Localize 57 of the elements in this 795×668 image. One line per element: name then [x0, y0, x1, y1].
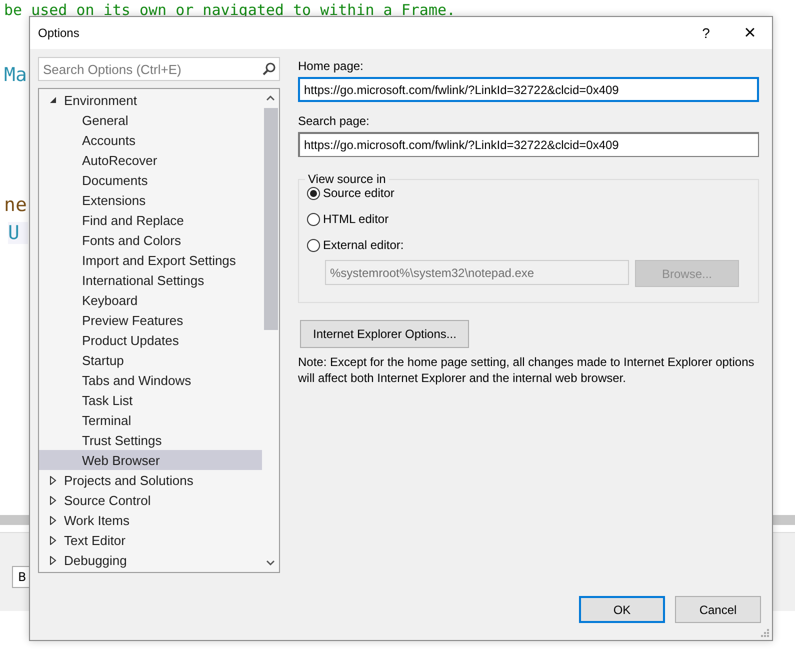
tree-item[interactable]: Tabs and Windows [39, 370, 262, 390]
tree-item[interactable]: Task List [39, 390, 262, 410]
tree-item[interactable]: Extensions [39, 190, 262, 210]
expand-arrow-icon [49, 556, 57, 564]
tree-item[interactable]: General [39, 110, 262, 130]
search-page-field[interactable]: https://go.microsoft.com/fwlink/?LinkId=32722&clcid=0x409 [298, 132, 759, 157]
window-title: Options [38, 26, 80, 40]
home-page-field[interactable]: https://go.microsoft.com/fwlink/?LinkId=32722&clcid=0x409 [298, 77, 759, 102]
tree-item[interactable]: Web Browser [39, 450, 262, 470]
expand-arrow-icon [49, 476, 57, 484]
tree-item[interactable]: Fonts and Colors [39, 230, 262, 250]
tree-item[interactable]: Source Control [39, 490, 262, 510]
radio-button[interactable] [307, 186, 320, 200]
help-button[interactable]: ? [684, 17, 728, 49]
radio-button[interactable] [307, 238, 320, 252]
field-label: Home page: [298, 59, 364, 73]
tree-item[interactable]: Product Updates [39, 330, 262, 350]
scrollbar-thumb[interactable] [264, 108, 278, 330]
scrollbar[interactable] [262, 89, 279, 572]
note-text: Note: Except for the home page setting, all changes made to Internet Explorer options will affect both Internet Explorer and the internal web browser. [298, 354, 756, 386]
close-button[interactable]: × [728, 17, 772, 49]
tree-item[interactable]: Text Editor [39, 530, 262, 550]
radio-button[interactable] [307, 212, 320, 226]
tree-item[interactable]: Projects and Solutions [39, 470, 262, 490]
tree-item[interactable]: Environment [39, 90, 262, 110]
code-line: be used on its own or navigated to within a Frame. [4, 1, 456, 19]
tree-item[interactable]: Documents [39, 170, 262, 190]
expand-arrow-icon [49, 516, 57, 524]
tree-item[interactable]: Keyboard [39, 290, 262, 310]
code-line: Ma [4, 64, 27, 86]
tree-item[interactable]: AutoRecover [39, 150, 262, 170]
search-icon [262, 62, 276, 76]
tree-item[interactable]: Preview Features [39, 310, 262, 330]
tree-item[interactable]: Trust Settings [39, 430, 262, 450]
field-label: Search page: [298, 114, 370, 128]
group-title: View source in [305, 172, 389, 186]
dialog-button[interactable]: Cancel [675, 596, 761, 623]
radio-option[interactable]: HTML editor [307, 206, 740, 232]
tree-item[interactable]: International Settings [39, 270, 262, 290]
tree-item[interactable]: Terminal [39, 410, 262, 430]
tree-item[interactable]: Work Items [39, 510, 262, 530]
scroll-down-icon [266, 560, 275, 566]
resize-grip-icon [760, 628, 770, 638]
dialog-button[interactable]: OK [579, 596, 665, 623]
scroll-up-icon [266, 95, 275, 101]
tree-item[interactable]: Startup [39, 350, 262, 370]
radio-option[interactable]: External editor: [307, 232, 740, 258]
code-line: ne [4, 194, 27, 216]
collapse-arrow-icon [49, 96, 57, 104]
tree-item[interactable]: Find and Replace [39, 210, 262, 230]
tree-item[interactable]: Import and Export Settings [39, 250, 262, 270]
ie-options-button[interactable]: Internet Explorer Options... [300, 320, 470, 348]
expand-arrow-icon [49, 496, 57, 504]
expand-arrow-icon [49, 536, 57, 544]
tree-item[interactable]: Debugging [39, 550, 262, 570]
search-field[interactable]: Search Options (Ctrl+E) [38, 57, 280, 81]
tree-item[interactable]: Accounts [39, 130, 262, 150]
